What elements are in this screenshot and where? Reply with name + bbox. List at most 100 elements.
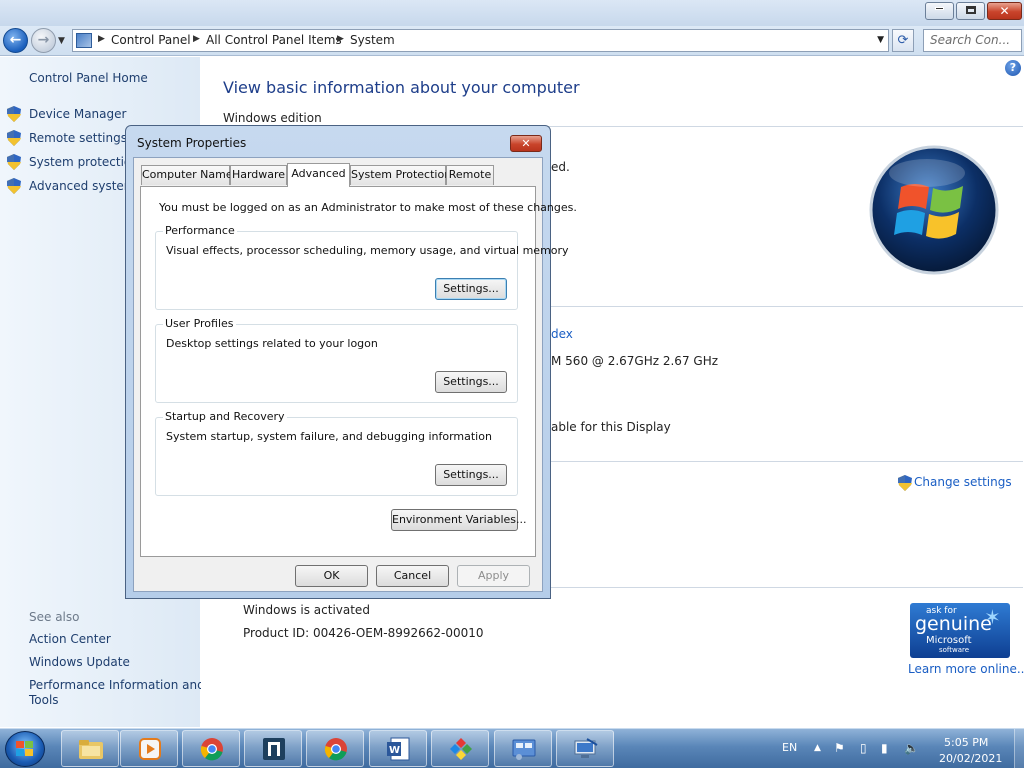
- advanced-system-settings-link[interactable]: Advanced system: [29, 179, 135, 193]
- uac-shield-icon: [898, 475, 912, 491]
- dialog-body: Computer Name Hardware Advanced System P…: [133, 157, 577, 592]
- windows-update-link[interactable]: Windows Update: [29, 655, 130, 669]
- tab-advanced[interactable]: Advanced: [287, 163, 350, 187]
- minimize-button[interactable]: [925, 2, 954, 20]
- colored-diamonds-icon: [450, 738, 472, 760]
- page-title: View basic information about your comput…: [223, 78, 580, 97]
- remote-settings-link[interactable]: Remote settings: [29, 131, 127, 145]
- activation-status: Windows is activated: [243, 603, 370, 617]
- control-panel-icon: [76, 33, 92, 48]
- see-also-heading: See also: [29, 610, 80, 624]
- recent-pages-dropdown[interactable]: ▼: [58, 36, 65, 46]
- back-button[interactable]: ←: [3, 28, 28, 53]
- remote-desktop-icon: [574, 738, 598, 758]
- edition-text-fragment: ed.: [551, 160, 570, 174]
- maximize-button[interactable]: [956, 2, 985, 20]
- refresh-button[interactable]: ⟳: [892, 29, 914, 52]
- close-icon: ✕: [999, 4, 1010, 18]
- svg-text:W: W: [389, 745, 400, 756]
- uac-shield-icon: [7, 106, 21, 122]
- taskbar-chrome-2[interactable]: [306, 730, 364, 767]
- show-hidden-icons-icon[interactable]: ▲: [814, 743, 821, 753]
- windows-logo: [869, 145, 999, 275]
- window-titlebar: ✕: [0, 0, 1024, 26]
- uac-shield-icon: [7, 154, 21, 170]
- uac-shield-icon: [7, 178, 21, 194]
- breadcrumb-separator-icon[interactable]: ▶: [193, 34, 200, 44]
- user-profiles-group-desc: Desktop settings related to your logon: [166, 337, 378, 350]
- taskbar-control-panel[interactable]: [494, 730, 552, 767]
- bracket-app-icon: [263, 738, 285, 760]
- back-arrow-icon: ←: [9, 32, 22, 48]
- media-player-icon: [139, 738, 161, 760]
- dialog-title: System Properties: [137, 136, 247, 150]
- tab-hardware[interactable]: Hardware: [230, 165, 287, 185]
- dialog-close-button[interactable]: ✕: [510, 135, 542, 152]
- battery-icon[interactable]: ▯: [860, 741, 867, 755]
- genuine-line3: Microsoft: [926, 635, 972, 646]
- environment-variables-button[interactable]: Environment Variables...: [391, 509, 527, 531]
- maximize-icon: [957, 4, 984, 14]
- clock-date[interactable]: 20/02/2021: [939, 752, 1002, 765]
- breadcrumb-all-items[interactable]: All Control Panel Items: [206, 33, 342, 47]
- taskbar-word[interactable]: W: [369, 730, 427, 767]
- volume-icon[interactable]: 🔈: [904, 741, 919, 755]
- performance-group: Performance Visual effects, processor sc…: [155, 224, 569, 310]
- ok-button[interactable]: OK: [295, 565, 368, 587]
- tab-remote[interactable]: Remote: [446, 165, 494, 185]
- startup-recovery-group-title: Startup and Recovery: [163, 410, 287, 423]
- control-panel-icon: [512, 739, 536, 760]
- forward-button[interactable]: →: [31, 28, 56, 53]
- genuine-microsoft-badge[interactable]: ask for genuine Microsoft software ✶: [910, 603, 1010, 658]
- star-icon: ✶: [984, 605, 1001, 629]
- taskbar-chrome[interactable]: [182, 730, 240, 767]
- forward-arrow-icon: →: [37, 32, 50, 48]
- performance-settings-button[interactable]: Settings...: [435, 278, 507, 300]
- change-settings-link[interactable]: Change settings: [898, 475, 1012, 491]
- system-properties-dialog: System Properties ✕ Computer Name Hardwa…: [125, 125, 577, 599]
- taskbar-media-player[interactable]: [120, 730, 178, 767]
- advanced-tab-panel: You must be logged on as an Administrato…: [140, 186, 577, 557]
- search-placeholder: Search Con...: [930, 33, 1011, 47]
- breadcrumb-system[interactable]: System: [350, 33, 395, 47]
- device-manager-link[interactable]: Device Manager: [29, 107, 126, 121]
- clock-time[interactable]: 5:05 PM: [944, 736, 988, 749]
- system-protection-link[interactable]: System protection: [29, 155, 139, 169]
- control-panel-home-link[interactable]: Control Panel Home: [29, 71, 148, 85]
- windows-experience-index-link[interactable]: dex: [551, 327, 573, 341]
- language-indicator[interactable]: EN: [782, 741, 797, 754]
- taskbar-remote-desktop[interactable]: [556, 730, 614, 767]
- folder-icon: [79, 740, 103, 759]
- breadcrumb-control-panel[interactable]: Control Panel: [111, 33, 191, 47]
- taskbar-bracket-app[interactable]: [244, 730, 302, 767]
- close-button[interactable]: ✕: [987, 2, 1022, 20]
- search-input[interactable]: Search Con...: [923, 29, 1022, 52]
- pen-touch-text-fragment: able for this Display: [551, 420, 671, 434]
- taskbar-shapes-app[interactable]: [431, 730, 489, 767]
- help-icon[interactable]: ?: [1005, 60, 1021, 76]
- tab-system-protection[interactable]: System Protection: [350, 165, 451, 185]
- apply-button[interactable]: Apply: [457, 565, 530, 587]
- genuine-line4: software: [939, 646, 970, 654]
- tab-computer-name[interactable]: Computer Name: [141, 165, 233, 185]
- cancel-button[interactable]: Cancel: [376, 565, 449, 587]
- user-profiles-group: User Profiles Desktop settings related t…: [155, 317, 518, 403]
- address-dropdown-icon[interactable]: ▼: [877, 35, 884, 45]
- performance-group-desc: Visual effects, processor scheduling, me…: [166, 244, 569, 257]
- action-center-link[interactable]: Action Center: [29, 632, 111, 646]
- breadcrumb-separator-icon[interactable]: ▶: [337, 34, 344, 44]
- network-signal-icon[interactable]: ▮: [881, 741, 888, 755]
- action-center-flag-icon[interactable]: ⚑: [834, 741, 845, 755]
- taskbar-windows-explorer[interactable]: [61, 730, 119, 767]
- user-profiles-settings-button[interactable]: Settings...: [435, 371, 507, 393]
- learn-more-online-link[interactable]: Learn more online...: [908, 662, 1024, 676]
- start-button[interactable]: [5, 731, 45, 767]
- performance-info-link[interactable]: Performance Information and: [29, 678, 205, 692]
- startup-recovery-settings-button[interactable]: Settings...: [435, 464, 507, 486]
- performance-info-link-line2[interactable]: Tools: [29, 693, 59, 707]
- address-bar[interactable]: ▶ Control Panel ▶ All Control Panel Item…: [72, 29, 889, 52]
- navigation-bar: ← → ▼ ▶ Control Panel ▶ All Control Pane…: [0, 26, 1024, 56]
- windows-edition-heading: Windows edition: [223, 111, 322, 125]
- show-desktop-button[interactable]: [1014, 729, 1024, 768]
- breadcrumb-separator-icon[interactable]: ▶: [98, 34, 105, 44]
